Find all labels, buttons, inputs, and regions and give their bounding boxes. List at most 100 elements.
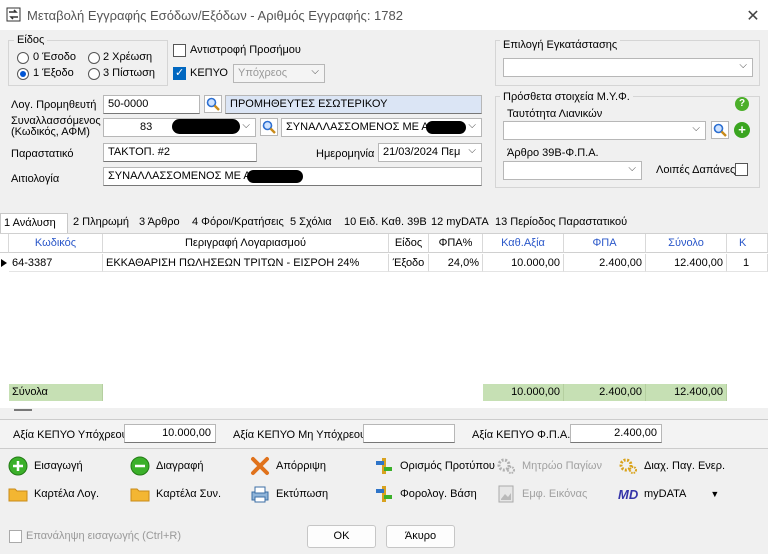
col-header-vat-percent[interactable]: ΦΠΑ%	[429, 234, 483, 253]
help-icon[interactable]: ?	[735, 97, 749, 111]
document-input[interactable]: ΤΑΚΤΟΠ. #2	[103, 143, 257, 162]
supplier-search-button[interactable]	[204, 95, 222, 113]
table-row-cell-vat-percent[interactable]: 24,0%	[429, 254, 483, 272]
close-icon[interactable]: ✕	[744, 6, 762, 26]
tab-document-period-label: 13 Περίοδος Παραστατικού	[495, 216, 628, 228]
supplier-name-input[interactable]: ΠΡΟΜΗΘΕΥΤΕΣ ΕΣΩΤΕΡΙΚΟΥ	[225, 95, 482, 114]
retail-id-label: Ταυτότητα Λιανικών	[507, 108, 603, 120]
counterparty-search-button[interactable]	[260, 118, 278, 136]
redacted-afm	[426, 121, 466, 134]
tab-article-label: 3 Άρθρο	[139, 216, 180, 228]
cancel-button[interactable]: Άκυρο	[386, 525, 455, 548]
kepyo-select[interactable]: Υπόχρεος ⌵	[233, 64, 325, 83]
other-expenses-label: Λοιπές Δαπάνες	[656, 164, 736, 176]
table-row-cell-vat[interactable]: 2.400,00	[564, 254, 646, 272]
tax-base-label: Φορολογ. Βάση	[400, 488, 477, 500]
kepyo-vat-value: 2.400,00	[570, 424, 662, 443]
col-header-kind[interactable]: Είδος	[389, 234, 429, 253]
tab-special-39b[interactable]: 10 Ειδ. Καθ. 39Β	[341, 213, 430, 233]
remove-circle-icon	[130, 456, 150, 476]
tax-base-button[interactable]: Φορολογ. Βάση	[374, 483, 477, 505]
show-image-button[interactable]: Εμφ. Εικόνας	[496, 483, 587, 505]
template-label: Ορισμός Προτύπου	[400, 460, 495, 472]
tab-mydata-label: 12 myDATA	[431, 216, 489, 228]
other-expenses-checkbox[interactable]	[735, 163, 748, 176]
totals-vat: 2.400,00	[564, 384, 646, 401]
table-row-cell-net-value[interactable]: 10.000,00	[483, 254, 564, 272]
insert-button[interactable]: Εισαγωγή	[8, 455, 83, 477]
tab-analysis[interactable]: 1 Ανάλυση	[0, 213, 68, 233]
myf-title: Πρόσθετα στοιχεία Μ.Υ.Φ.	[500, 91, 633, 103]
radio-expense-label: 1 Έξοδο	[33, 67, 74, 79]
app-icon	[6, 7, 21, 22]
assets-register-button[interactable]: Μητρώο Παγίων	[496, 455, 602, 477]
installation-select[interactable]: ⌵	[503, 58, 753, 77]
template-icon	[376, 458, 392, 474]
retail-id-select[interactable]: ⌵	[503, 121, 706, 140]
table-row-cell-description[interactable]: ΕΚΚΑΘΑΡΙΣΗ ΠΩΛΗΣΕΩΝ ΤΡΙΤΩΝ - ΕΙΣΡΟΗ 24%	[103, 254, 389, 272]
article-select[interactable]: ⌵	[503, 161, 642, 180]
tab-bar: 1 Ανάλυση 2 Πληρωμή 3 Άρθρο 4 Φόροι/Κρατ…	[0, 213, 768, 233]
installation-title: Επιλογή Εγκατάστασης	[500, 39, 621, 51]
radio-expense[interactable]	[17, 68, 29, 80]
account-card-label: Καρτέλα Λογ.	[34, 488, 100, 500]
table-row-cell-extra[interactable]: 1	[727, 254, 768, 272]
tab-article[interactable]: 3 Άρθρο	[136, 213, 183, 233]
retail-search-button[interactable]	[711, 121, 729, 139]
reason-label: Αιτιολογία	[11, 173, 60, 185]
tab-comments[interactable]: 5 Σχόλια	[287, 213, 335, 233]
radio-credit[interactable]	[88, 68, 100, 80]
redacted-afm	[172, 119, 240, 134]
mydata-button[interactable]: MD myDATA ▼	[618, 483, 719, 505]
totals-label: Σύνολα	[9, 384, 103, 401]
tab-payment[interactable]: 2 Πληρωμή	[70, 213, 132, 233]
reject-button[interactable]: Απόρριψη	[250, 455, 326, 477]
table-row-cell-total[interactable]: 12.400,00	[646, 254, 727, 272]
table-row-cell-kind[interactable]: Έξοδο	[389, 254, 429, 272]
eidos-title: Είδος	[14, 34, 48, 46]
tab-document-period[interactable]: 13 Περίοδος Παραστατικού	[492, 213, 630, 233]
radio-debit[interactable]	[88, 52, 100, 64]
counterparty-label: Συναλλασσόμενος (Κωδικός, ΑΦΜ)	[11, 116, 101, 138]
chevron-down-icon: ⌵	[739, 60, 747, 71]
add-icon[interactable]: +	[734, 122, 750, 138]
date-picker[interactable]: 21/03/2024 Πεμ ⌵	[378, 143, 482, 162]
template-button[interactable]: Ορισμός Προτύπου	[374, 455, 495, 477]
radio-income[interactable]	[17, 52, 29, 64]
tab-mydata[interactable]: 12 myDATA	[428, 213, 492, 233]
horizontal-scrollbar[interactable]	[14, 409, 32, 411]
col-header-code[interactable]: Κωδικός	[9, 234, 103, 253]
col-header-vat[interactable]: ΦΠΑ	[564, 234, 646, 253]
kepyo-checkbox[interactable]	[173, 66, 186, 80]
print-label: Εκτύπωση	[276, 488, 329, 500]
print-icon	[251, 486, 269, 503]
col-header-description[interactable]: Περιγραφή Λογαριασμού	[103, 234, 389, 253]
counterparty-card-button[interactable]: Καρτέλα Συν.	[130, 483, 221, 505]
col-header-total[interactable]: Σύνολο	[646, 234, 727, 253]
counterparty-label-line2: (Κωδικός, ΑΦΜ)	[11, 126, 90, 138]
folder-icon	[8, 488, 28, 502]
analysis-grid[interactable]: Κωδικός Περιγραφή Λογαριασμού Είδος ΦΠΑ%…	[0, 233, 768, 408]
mydata-logo-icon: MD	[618, 486, 639, 502]
tab-taxes[interactable]: 4 Φόροι/Κρατήσεις	[189, 213, 287, 233]
repeat-entry-checkbox[interactable]	[9, 530, 22, 543]
delete-button[interactable]: Διαγραφή	[130, 455, 204, 477]
reverse-sign-checkbox[interactable]	[173, 44, 186, 57]
col-header-net-value[interactable]: Καθ.Αξία	[483, 234, 564, 253]
row-pointer-icon	[1, 259, 7, 267]
totals-filler	[103, 384, 483, 401]
ok-button[interactable]: OK	[307, 525, 376, 548]
kepyo-select-value: Υπόχρεος	[238, 67, 288, 79]
tab-comments-label: 5 Σχόλια	[290, 216, 332, 228]
counterparty-name-value: ΣΥΝΑΛΛΑΣΣΟΜΕΝΟΣ ΜΕ ΑΦΜ	[286, 121, 447, 133]
radio-debit-label: 2 Χρέωση	[103, 51, 153, 63]
print-button[interactable]: Εκτύπωση	[250, 483, 328, 505]
supplier-code-input[interactable]: 50-0000	[103, 95, 200, 114]
add-circle-icon	[8, 456, 28, 476]
search-icon	[713, 123, 727, 137]
account-card-button[interactable]: Καρτέλα Λογ.	[8, 483, 99, 505]
col-header-extra[interactable]: Κ	[727, 234, 768, 253]
kepyo-liable-value: 10.000,00	[124, 424, 216, 443]
asset-management-button[interactable]: Διαχ. Παγ. Ενερ.	[618, 455, 725, 477]
table-row-cell-code[interactable]: 64-3387	[9, 254, 103, 272]
